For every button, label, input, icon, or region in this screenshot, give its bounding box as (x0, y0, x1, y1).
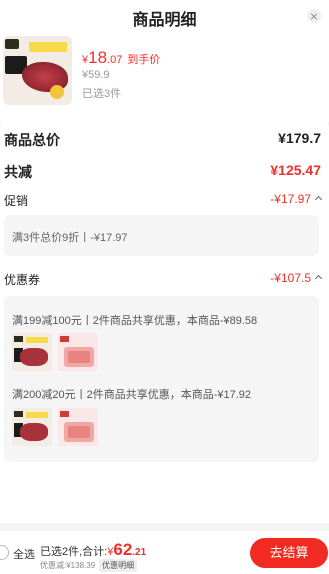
ham-product-thumbnail[interactable] (58, 408, 98, 446)
promo-value: -¥17.97 (270, 192, 311, 206)
beef-product-thumbnail[interactable] (12, 408, 52, 446)
product-detail-sheet: 商品明细 ¥18.07 到手价 ¥59.9 已选3件 商品总价 ¥179.7 共减… (0, 0, 329, 574)
chevron-up-icon[interactable] (314, 274, 323, 283)
brand-logo-shape (5, 39, 19, 49)
total-label: 商品总价 (4, 132, 60, 148)
deal-price: ¥18.07 到手价 (82, 48, 160, 68)
product-thumbnail[interactable] (3, 36, 72, 105)
badge-shape (50, 85, 64, 99)
coupon-line: 满200减20元丨2件商品共享优惠，本商品-¥17.92 (12, 389, 252, 401)
amount-decimal: .21 (132, 547, 147, 558)
price-integer: 18 (88, 48, 108, 67)
chevron-up-icon[interactable] (314, 195, 323, 204)
coupon-value: -¥107.5 (270, 271, 311, 285)
summary-prefix: 已选2件,合计: (40, 546, 108, 558)
discount-subline: 优惠减:¥138.39 优惠明细 (40, 559, 138, 572)
coupon-label: 优惠券 (4, 273, 41, 287)
amount-integer: 62 (113, 540, 133, 559)
discount-value: ¥125.47 (270, 162, 321, 178)
beef-product-thumbnail[interactable] (12, 333, 52, 371)
select-all-label[interactable]: 全选 (13, 546, 35, 562)
discount-label: 共减 (4, 164, 32, 180)
ham-product-thumbnail[interactable] (58, 333, 98, 371)
discount-detail-button[interactable]: 优惠明细 (99, 559, 138, 572)
promo-detail: 满3件总价9折丨-¥17.97 (12, 232, 128, 244)
sheet-header: 商品明细 (0, 0, 329, 34)
price-breakdown-card: 商品总价 ¥179.7 共减 ¥125.47 促销 -¥17.97 满3件总价9… (0, 117, 329, 523)
checkout-bar: 全选 已选2件,合计:¥62.21 优惠减:¥138.39 优惠明细 去结算 (0, 531, 329, 574)
promo-label: 促销 (4, 194, 29, 208)
close-icon[interactable] (307, 9, 321, 23)
price-decimal: .07 (107, 54, 123, 66)
price-tag: 到手价 (127, 54, 161, 66)
coupon-line: 满199减100元丨2件商品共享优惠，本商品-¥89.58 (12, 315, 258, 327)
selected-count: 已选3件 (82, 88, 122, 100)
checkout-button[interactable]: 去结算 (250, 538, 328, 568)
promo-detail-box: 满3件总价9折丨-¥17.97 (4, 215, 319, 256)
promo-value-group: -¥17.97 (270, 192, 323, 206)
total-summary: 已选2件,合计:¥62.21 (40, 540, 146, 560)
total-value: ¥179.7 (278, 130, 321, 146)
discount-note: 优惠减:¥138.39 (40, 561, 96, 570)
select-all-radio-icon[interactable] (0, 545, 9, 560)
coupon-value-group: -¥107.5 (270, 271, 323, 285)
original-price: ¥59.9 (82, 69, 110, 81)
banner-shape (29, 42, 67, 52)
sheet-title: 商品明细 (132, 12, 197, 29)
product-summary: ¥18.07 到手价 ¥59.9 已选3件 (0, 34, 329, 122)
coupon-detail-box: 满199减100元丨2件商品共享优惠，本商品-¥89.58 满200减20元丨2… (4, 296, 319, 462)
